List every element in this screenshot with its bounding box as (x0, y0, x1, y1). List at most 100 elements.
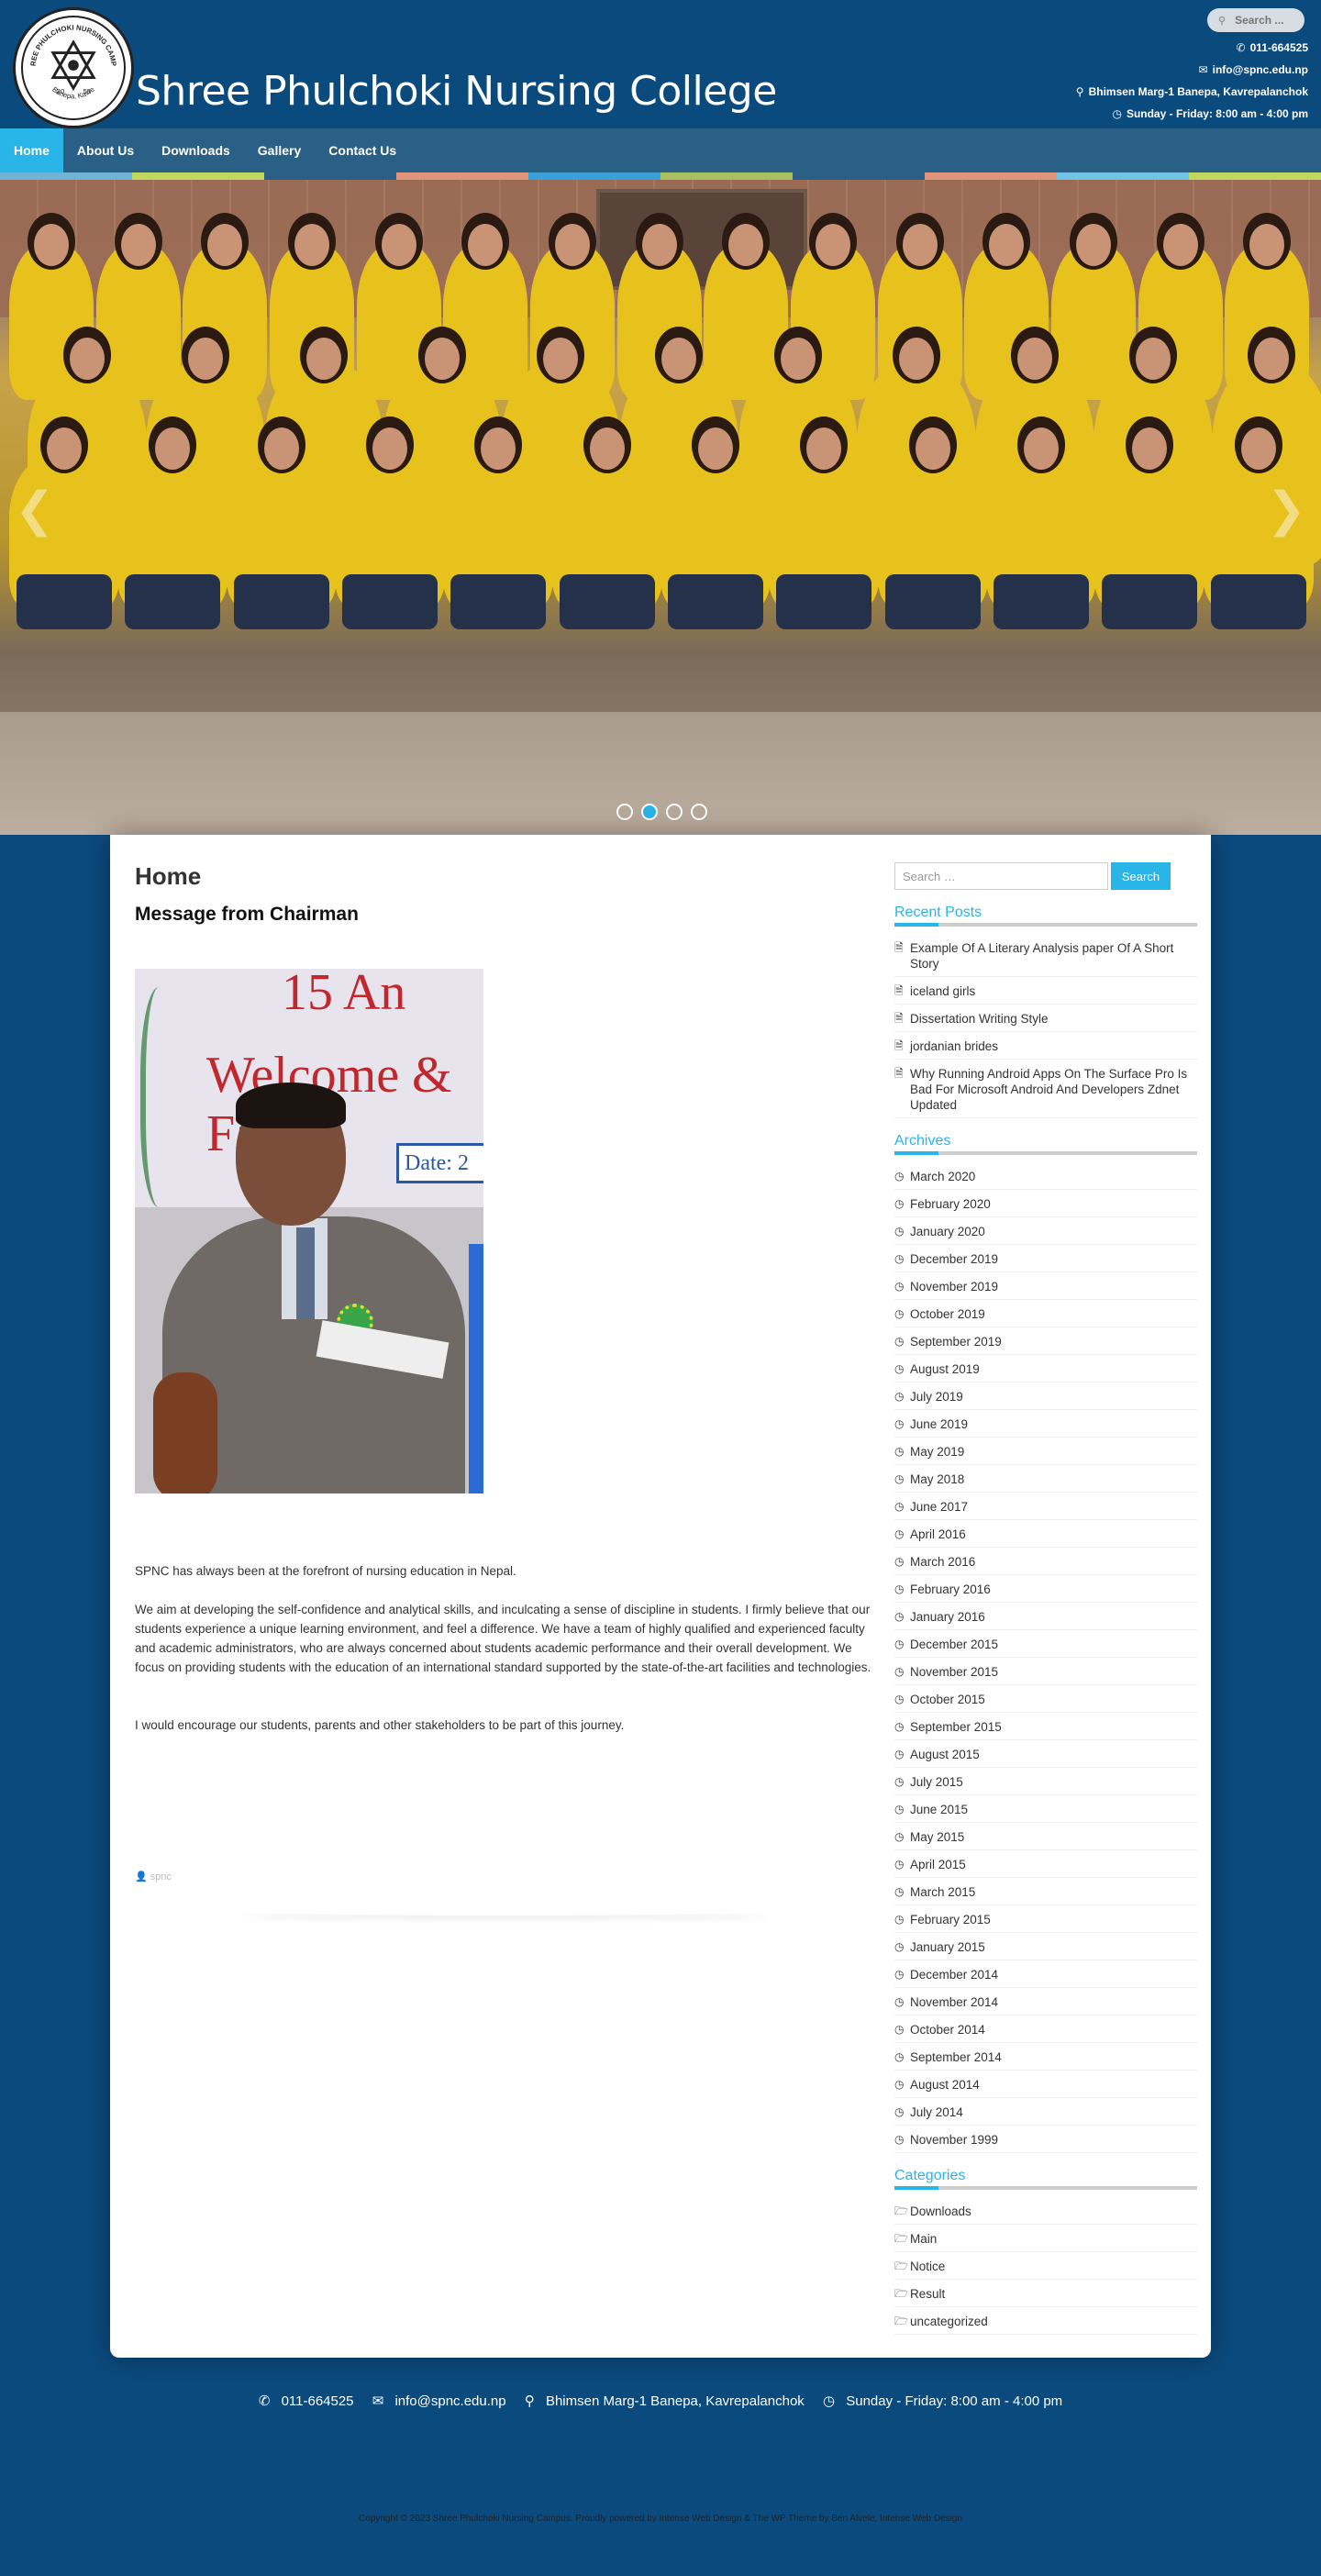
category-link[interactable]: 🗁 Main (894, 2225, 1197, 2252)
header-search-input[interactable]: ⚲ Search ... (1207, 8, 1304, 32)
recent-post-link[interactable]: 🗎 iceland girls (894, 977, 1197, 1005)
archive-link[interactable]: ◷ December 2019 (894, 1245, 1197, 1272)
content-divider-shadow (239, 1906, 771, 1915)
category-link[interactable]: 🗁 Downloads (894, 2197, 1197, 2225)
archive-link[interactable]: ◷ December 2014 (894, 1960, 1197, 1988)
category-link[interactable]: 🗁 Notice (894, 2252, 1197, 2280)
photo-student-face (47, 427, 82, 470)
photo-student (226, 416, 337, 629)
clock-icon: ◷ (894, 1307, 905, 1320)
site-title[interactable]: Shree Phulchoki Nursing College (136, 68, 777, 115)
archive-link[interactable]: ◷ October 2014 (894, 2015, 1197, 2043)
header-search-placeholder: Search ... (1235, 14, 1284, 27)
sidebar-search-input[interactable]: Search … (894, 862, 1108, 890)
header-phone: ✆ 011-664525 (1236, 41, 1308, 54)
archive-link[interactable]: ◷ October 2015 (894, 1685, 1197, 1713)
slider-dot-1[interactable] (616, 804, 633, 820)
archive-link[interactable]: ◷ August 2015 (894, 1740, 1197, 1768)
archive-link[interactable]: ◷ August 2014 (894, 2071, 1197, 2098)
archive-link[interactable]: ◷ September 2015 (894, 1713, 1197, 1740)
photo-student-face (1016, 338, 1052, 380)
archive-link[interactable]: ◷ February 2020 (894, 1190, 1197, 1217)
archive-link[interactable]: ◷ May 2019 (894, 1438, 1197, 1465)
photo-student-jeans (233, 574, 329, 629)
post-author[interactable]: 👤 spnc (135, 1871, 172, 1882)
slider-dot-2[interactable] (641, 804, 658, 820)
nav-item-about-us[interactable]: About Us (63, 128, 148, 172)
recent-post-link[interactable]: 🗎 Dissertation Writing Style (894, 1005, 1197, 1032)
archive-link[interactable]: ◷ July 2019 (894, 1382, 1197, 1410)
archive-link[interactable]: ◷ June 2015 (894, 1795, 1197, 1823)
archive-link-label: April 2015 (910, 1858, 966, 1871)
photo-student (1094, 416, 1205, 629)
photo-student-face (425, 338, 461, 380)
folder-open-icon: 🗁 (894, 2260, 908, 2272)
category-link-label: Main (910, 2232, 938, 2246)
archive-link-label: March 2016 (910, 1555, 976, 1569)
archive-link[interactable]: ◷ January 2015 (894, 1933, 1197, 1960)
archive-link[interactable]: ◷ February 2016 (894, 1575, 1197, 1603)
recent-post-link[interactable]: 🗎 Example Of A Literary Analysis paper Of… (894, 934, 1197, 977)
clock-icon: ◷ (894, 1362, 905, 1375)
hero-slider[interactable]: ❮ ❯ (0, 180, 1321, 835)
category-link[interactable]: 🗁 uncategorized (894, 2307, 1197, 2335)
archive-link[interactable]: ◷ June 2019 (894, 1410, 1197, 1438)
archive-link[interactable]: ◷ November 2015 (894, 1658, 1197, 1685)
photo-student (986, 416, 1096, 629)
archive-link[interactable]: ◷ July 2015 (894, 1768, 1197, 1795)
photo-student-face (589, 427, 625, 470)
photo-student (769, 416, 880, 629)
archive-link[interactable]: ◷ August 2019 (894, 1355, 1197, 1382)
archive-link[interactable]: ◷ September 2019 (894, 1327, 1197, 1355)
nav-item-gallery[interactable]: Gallery (244, 128, 315, 172)
archive-link[interactable]: ◷ March 2016 (894, 1548, 1197, 1575)
nav-item-contact-us[interactable]: Contact Us (315, 128, 410, 172)
stripe-segment (925, 172, 1057, 180)
archive-link-label: November 2015 (910, 1665, 999, 1679)
post-title[interactable]: Message from Chairman (135, 904, 359, 926)
college-logo[interactable]: SHREE PHULCHOKI NURSING CAMPUS Banepa, K… (13, 7, 134, 128)
slider-dot-3[interactable] (666, 804, 683, 820)
archive-link[interactable]: ◷ March 2020 (894, 1162, 1197, 1190)
photo-student-face (816, 224, 850, 266)
archive-link[interactable]: ◷ July 2014 (894, 2098, 1197, 2126)
archive-link-label: June 2019 (910, 1417, 969, 1431)
archive-link[interactable]: ◷ March 2015 (894, 1878, 1197, 1905)
archive-link-label: March 2020 (910, 1170, 976, 1183)
photo-student (551, 416, 662, 629)
sidebar: Search … Search Recent Posts 🗎 Example Of… (894, 862, 1197, 2335)
recent-post-link[interactable]: 🗎 jordanian brides (894, 1032, 1197, 1060)
category-link[interactable]: 🗁 Result (894, 2280, 1197, 2307)
slider-next-arrow-icon[interactable]: ❯ (1266, 483, 1306, 538)
archive-link[interactable]: ◷ October 2019 (894, 1300, 1197, 1327)
archive-link-label: March 2015 (910, 1885, 976, 1899)
recent-post-link[interactable]: 🗎 Why Running Android Apps On The Surface… (894, 1060, 1197, 1118)
nav-item-downloads[interactable]: Downloads (148, 128, 244, 172)
archive-link[interactable]: ◷ April 2016 (894, 1520, 1197, 1548)
slider-dot-4[interactable] (691, 804, 707, 820)
archive-link[interactable]: ◷ April 2015 (894, 1850, 1197, 1878)
archive-link[interactable]: ◷ January 2016 (894, 1603, 1197, 1630)
archive-link[interactable]: ◷ January 2020 (894, 1217, 1197, 1245)
nav-item-home[interactable]: Home (0, 128, 63, 172)
archive-link[interactable]: ◷ February 2015 (894, 1905, 1197, 1933)
clock-icon: ◷ (894, 2078, 905, 2091)
header-email[interactable]: ✉ info@spnc.edu.np (1076, 59, 1308, 81)
archive-link[interactable]: ◷ May 2015 (894, 1823, 1197, 1850)
slider-prev-arrow-icon[interactable]: ❮ (15, 483, 55, 538)
footer-contact-info: ✆ 011-664525 ✉ info@spnc.edu.np ⚲ Bhimse… (0, 2393, 1321, 2409)
archive-link[interactable]: ◷ June 2017 (894, 1493, 1197, 1520)
recent-post-link-label: Dissertation Writing Style (910, 1012, 1049, 1026)
category-link-label: Downloads (910, 2204, 971, 2218)
archive-link-label: December 2015 (910, 1638, 999, 1651)
clock-icon: ◷ (894, 1638, 905, 1650)
archive-link[interactable]: ◷ December 2015 (894, 1630, 1197, 1658)
archive-link[interactable]: ◷ November 2014 (894, 1988, 1197, 2015)
folder-open-icon: 🗁 (894, 2315, 908, 2327)
footer-email[interactable]: ✉ info@spnc.edu.np (369, 2393, 510, 2409)
archive-link[interactable]: ◷ November 2019 (894, 1272, 1197, 1300)
archive-link[interactable]: ◷ May 2018 (894, 1465, 1197, 1493)
archive-link[interactable]: ◷ November 1999 (894, 2126, 1197, 2153)
sidebar-search-button[interactable]: Search (1111, 862, 1171, 890)
archive-link[interactable]: ◷ September 2014 (894, 2043, 1197, 2071)
